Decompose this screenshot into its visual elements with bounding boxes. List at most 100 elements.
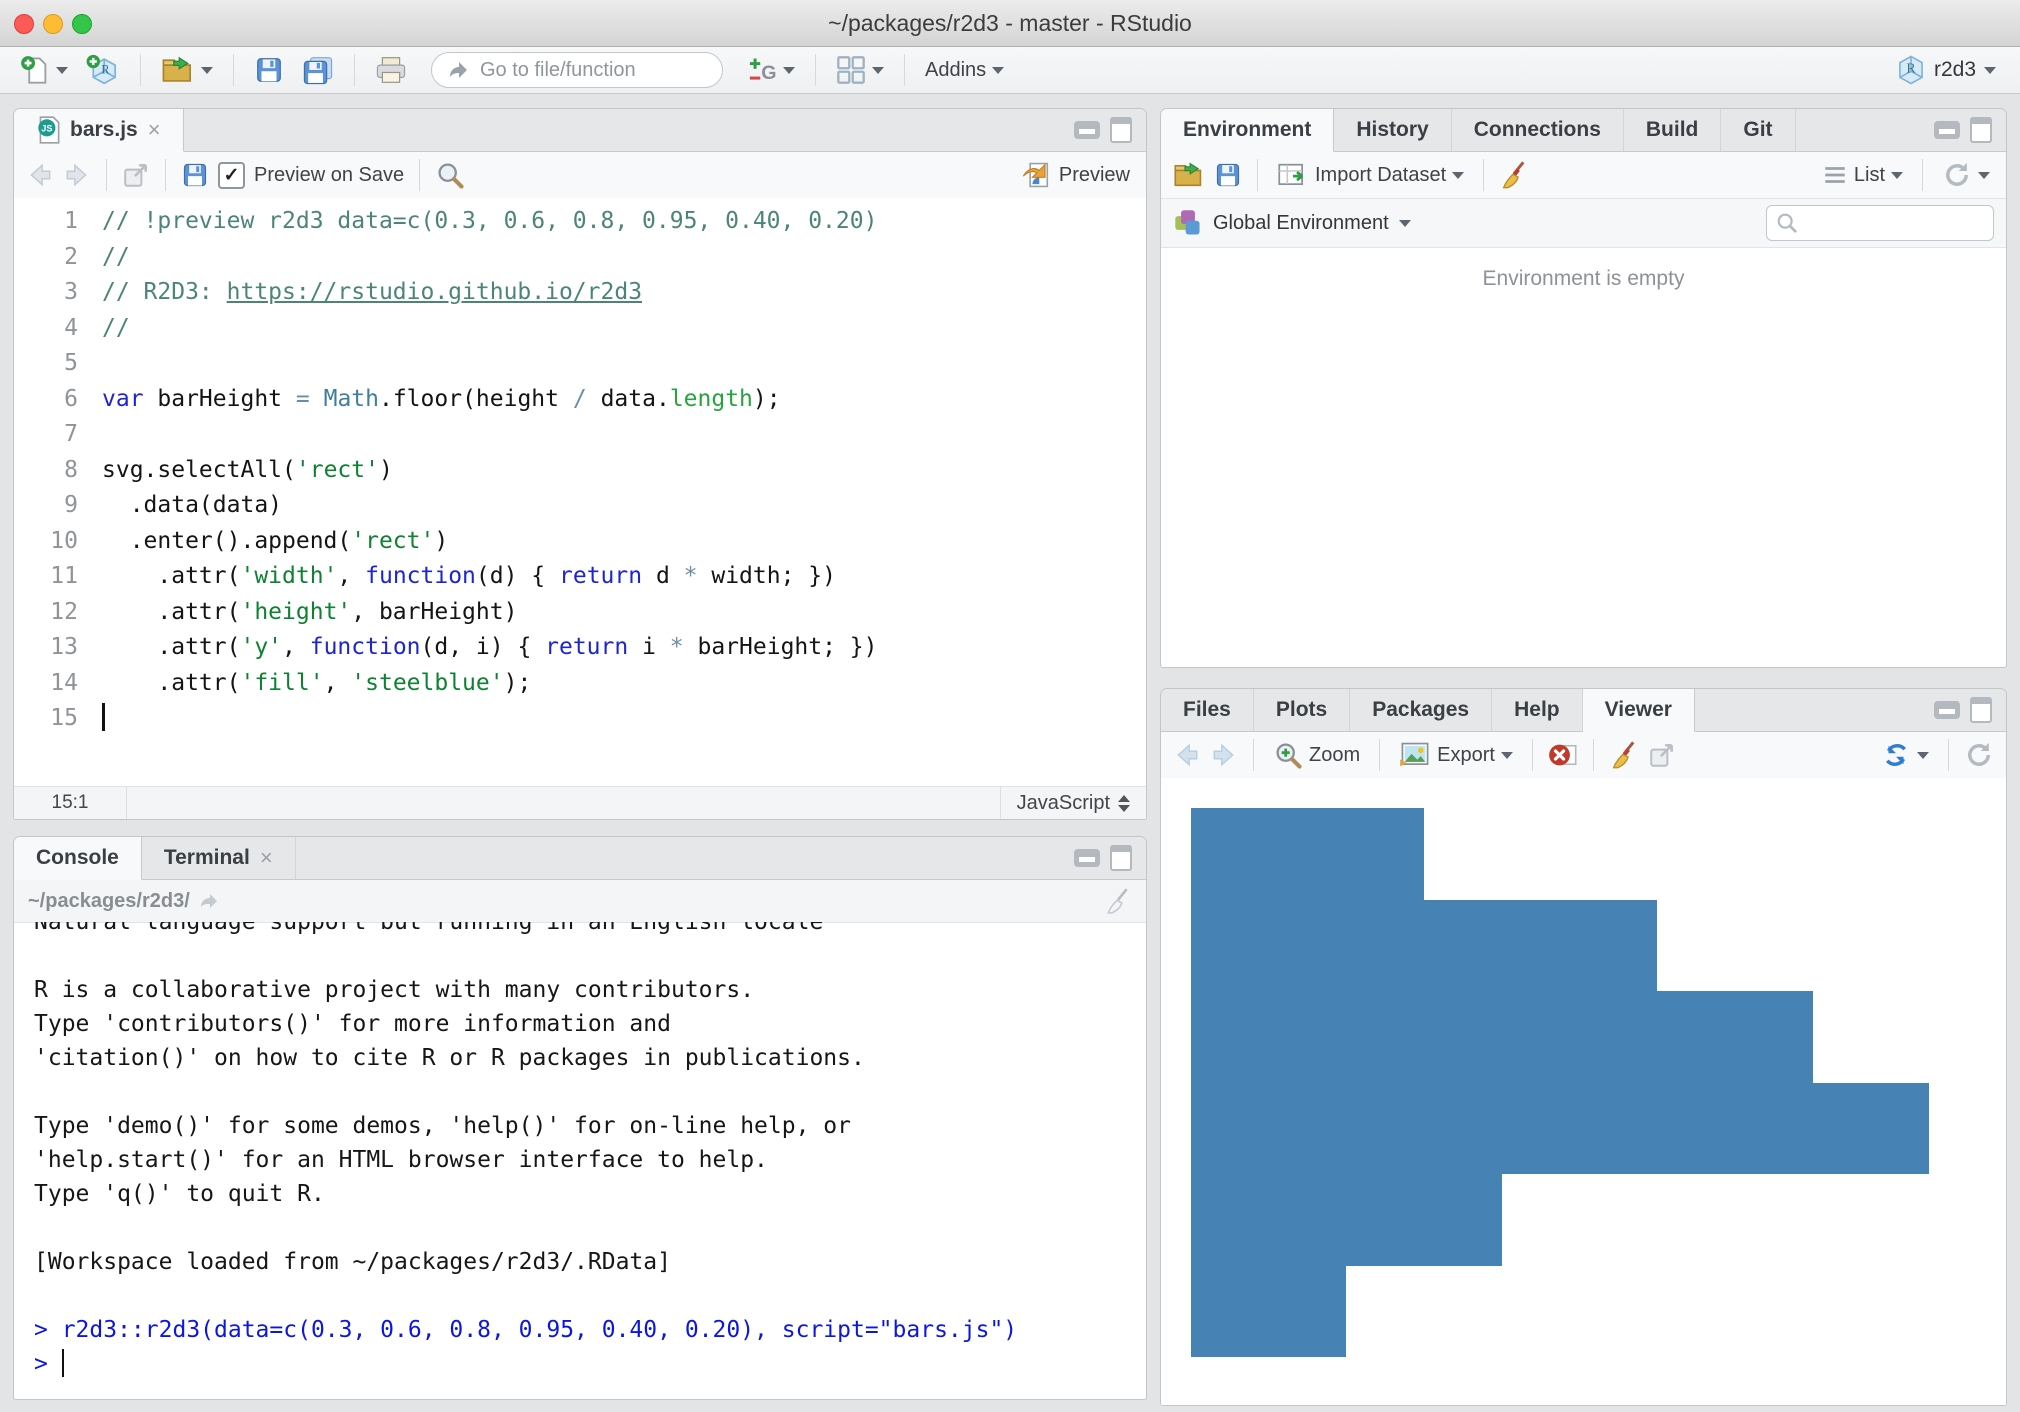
refresh-environment-button[interactable] bbox=[1938, 157, 1994, 193]
new-project-button[interactable]: R bbox=[82, 51, 124, 89]
environment-scope-label[interactable]: Global Environment bbox=[1213, 212, 1389, 235]
tab-files[interactable]: Files bbox=[1161, 689, 1254, 731]
tab-bars-js[interactable]: JS bars.js × bbox=[14, 109, 184, 152]
tab-history[interactable]: History bbox=[1334, 109, 1451, 151]
version-control-icon: G bbox=[747, 55, 777, 85]
maximize-pane-icon[interactable] bbox=[1970, 697, 1992, 723]
new-project-icon: R bbox=[86, 54, 120, 86]
line-number: 11 bbox=[14, 559, 102, 595]
export-button[interactable]: Export bbox=[1395, 738, 1517, 772]
save-all-icon bbox=[302, 55, 334, 85]
code-line: 9 .data(data) bbox=[14, 488, 1146, 524]
tab-packages[interactable]: Packages bbox=[1350, 689, 1492, 731]
zoom-magnifier-icon bbox=[1273, 740, 1303, 770]
preview-on-save-checkbox[interactable]: ✓ bbox=[218, 162, 245, 189]
back-icon[interactable] bbox=[1173, 741, 1201, 769]
chart-bar bbox=[1191, 1174, 1502, 1266]
load-workspace-icon[interactable] bbox=[1173, 161, 1205, 189]
tab-help[interactable]: Help bbox=[1492, 689, 1583, 731]
popout-window-icon[interactable] bbox=[1648, 741, 1676, 769]
save-button[interactable] bbox=[250, 52, 288, 88]
viewer-chart bbox=[1161, 778, 2006, 1405]
remove-viewer-item-icon[interactable] bbox=[1548, 741, 1578, 769]
maximize-pane-icon[interactable] bbox=[1970, 117, 1992, 143]
print-button[interactable] bbox=[371, 52, 411, 88]
close-tab-icon[interactable]: × bbox=[260, 845, 273, 871]
addins-button[interactable]: Addins bbox=[921, 56, 1008, 85]
console-cursor bbox=[62, 1349, 65, 1377]
tab-label: History bbox=[1356, 118, 1428, 142]
zoom-button[interactable]: Zoom bbox=[1269, 737, 1364, 773]
clear-viewer-broom-icon[interactable] bbox=[1609, 740, 1639, 770]
goto-file-function-box[interactable]: Go to file/function bbox=[431, 52, 723, 88]
chart-bar bbox=[1191, 1083, 1929, 1175]
console-line: Type 'q()' to quit R. bbox=[34, 1177, 1146, 1211]
zoom-label: Zoom bbox=[1309, 744, 1360, 767]
console-output[interactable]: Natural language support but running in … bbox=[14, 922, 1146, 1399]
chart-bar bbox=[1191, 808, 1424, 900]
language-mode-selector[interactable]: JavaScript bbox=[1000, 787, 1146, 819]
popout-window-icon[interactable] bbox=[122, 161, 150, 189]
console-line: 'citation()' on how to cite R or R packa… bbox=[34, 1041, 1146, 1075]
tab-git[interactable]: Git bbox=[1721, 109, 1795, 151]
code-line: 8svg.selectAll('rect') bbox=[14, 453, 1146, 489]
save-all-button[interactable] bbox=[298, 52, 338, 88]
save-workspace-icon[interactable] bbox=[1214, 161, 1242, 189]
tab-viewer[interactable]: Viewer bbox=[1583, 689, 1695, 732]
minimize-pane-icon[interactable] bbox=[1934, 121, 1960, 139]
tab-label: Terminal bbox=[164, 846, 250, 870]
minimize-pane-icon[interactable] bbox=[1934, 701, 1960, 719]
line-number: 4 bbox=[14, 311, 102, 347]
text-cursor bbox=[102, 703, 105, 731]
list-icon bbox=[1822, 162, 1848, 188]
tab-console[interactable]: Console bbox=[14, 837, 142, 880]
import-dataset-button[interactable]: Import Dataset bbox=[1273, 158, 1468, 192]
close-tab-icon[interactable]: × bbox=[148, 117, 161, 143]
workspace-panes-button[interactable] bbox=[832, 52, 888, 88]
minimize-pane-icon[interactable] bbox=[1074, 121, 1100, 139]
js-file-icon: JS bbox=[36, 115, 62, 145]
cursor-position[interactable]: 15:1 bbox=[14, 787, 127, 819]
list-view-caret-icon bbox=[1891, 172, 1903, 179]
tab-environment[interactable]: Environment bbox=[1161, 109, 1334, 152]
save-icon[interactable] bbox=[181, 161, 209, 189]
line-number: 1 bbox=[14, 204, 102, 240]
forward-icon[interactable] bbox=[1210, 741, 1238, 769]
preview-button[interactable]: Preview bbox=[1017, 157, 1134, 193]
maximize-pane-icon[interactable] bbox=[1110, 117, 1132, 143]
open-file-button[interactable] bbox=[157, 52, 217, 88]
line-number: 12 bbox=[14, 595, 102, 631]
tab-label: Files bbox=[1183, 698, 1231, 722]
minimize-pane-icon[interactable] bbox=[1074, 849, 1100, 867]
list-view-button[interactable]: List bbox=[1818, 159, 1907, 191]
export-image-icon bbox=[1399, 741, 1431, 769]
clear-environment-broom-icon[interactable] bbox=[1499, 160, 1529, 190]
project-menu-button[interactable]: R r2d3 bbox=[1896, 54, 1996, 86]
find-icon[interactable] bbox=[435, 160, 465, 190]
goto-directory-icon[interactable] bbox=[198, 890, 222, 912]
tab-terminal[interactable]: Terminal × bbox=[142, 837, 296, 879]
environment-scope-caret-icon[interactable] bbox=[1399, 220, 1411, 227]
publish-caret-icon bbox=[1917, 752, 1929, 759]
addins-caret-icon bbox=[992, 67, 1004, 74]
addins-label: Addins bbox=[925, 59, 986, 82]
maximize-pane-icon[interactable] bbox=[1110, 845, 1132, 871]
back-icon[interactable] bbox=[26, 161, 54, 189]
pane-environment: Environment History ConnectionsBuildGit Im… bbox=[1160, 108, 2007, 668]
toolbar-separator bbox=[1483, 159, 1484, 191]
clear-console-broom-icon[interactable] bbox=[1104, 887, 1132, 915]
code-line: 15 bbox=[14, 701, 1146, 737]
environment-search-input[interactable] bbox=[1766, 205, 1994, 241]
code-editor[interactable]: 1// !preview r2d3 data=c(0.3, 0.6, 0.8, … bbox=[14, 198, 1146, 787]
version-control-button[interactable]: G bbox=[743, 52, 799, 88]
console-line: Natural language support but running in … bbox=[34, 922, 1146, 939]
tab-connections[interactable]: Connections bbox=[1452, 109, 1624, 151]
line-number: 7 bbox=[14, 417, 102, 453]
tab-plots[interactable]: Plots bbox=[1254, 689, 1350, 731]
tab-build[interactable]: Build bbox=[1624, 109, 1722, 151]
new-file-button[interactable] bbox=[16, 52, 72, 88]
tab-label: Help bbox=[1514, 698, 1560, 722]
refresh-icon[interactable] bbox=[1964, 740, 1994, 770]
forward-icon[interactable] bbox=[63, 161, 91, 189]
publish-button[interactable] bbox=[1877, 737, 1933, 773]
